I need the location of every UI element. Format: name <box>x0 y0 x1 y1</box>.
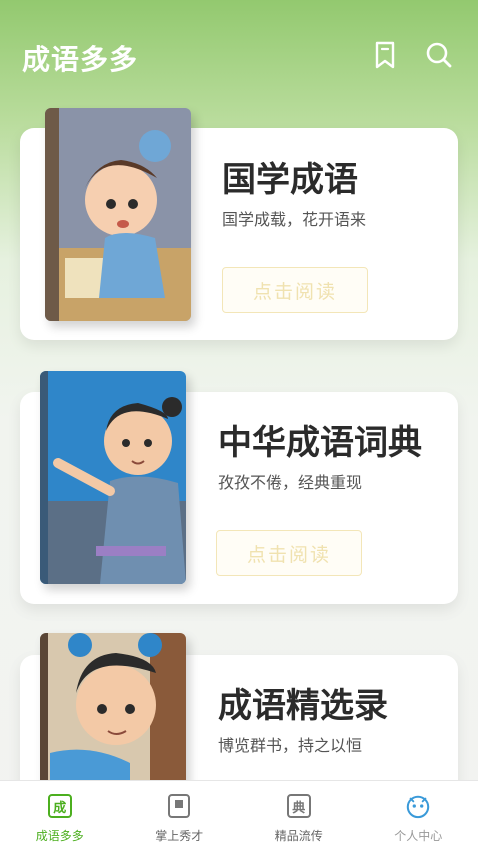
book-title: 成语精选录 <box>218 686 388 726</box>
book-cover-illustration[interactable] <box>40 371 186 584</box>
tab-label: 个人中心 <box>394 829 443 843</box>
read-button[interactable]: 点击阅读 <box>216 530 362 576</box>
tab-profile[interactable]: 个人中心 <box>359 781 478 850</box>
bottom-tab-bar: 成 成语多多 掌上秀才 典 精品流传 个人中心 <box>0 780 478 850</box>
book-subtitle: 孜孜不倦，经典重现 <box>218 473 363 492</box>
bookmark-icon[interactable] <box>370 40 400 70</box>
book-subtitle: 博览群书，持之以恒 <box>218 736 363 755</box>
tab-label: 精品流传 <box>274 829 323 843</box>
tab-zhangshang-xiucai[interactable]: 掌上秀才 <box>120 781 240 850</box>
tab-label: 掌上秀才 <box>155 829 204 843</box>
book-title: 中华成语词典 <box>218 423 422 463</box>
book-icon <box>166 793 192 819</box>
app-title: 成语多多 <box>22 43 139 76</box>
chengyu-icon: 成 <box>47 793 73 819</box>
tab-label: 成语多多 <box>35 829 84 843</box>
book-subtitle: 国学成载，花开语来 <box>222 210 367 229</box>
book-cover-illustration[interactable] <box>45 108 191 321</box>
app-header: 成语多多 <box>0 0 478 110</box>
profile-face-icon <box>405 793 431 819</box>
book-title: 国学成语 <box>222 160 358 200</box>
search-icon[interactable] <box>424 40 454 70</box>
tab-jingpin-liuchuan[interactable]: 典 精品流传 <box>239 781 359 850</box>
read-button[interactable]: 点击阅读 <box>222 267 368 313</box>
classic-icon: 典 <box>286 793 312 819</box>
tab-chengyu-duoduo[interactable]: 成 成语多多 <box>0 781 120 850</box>
